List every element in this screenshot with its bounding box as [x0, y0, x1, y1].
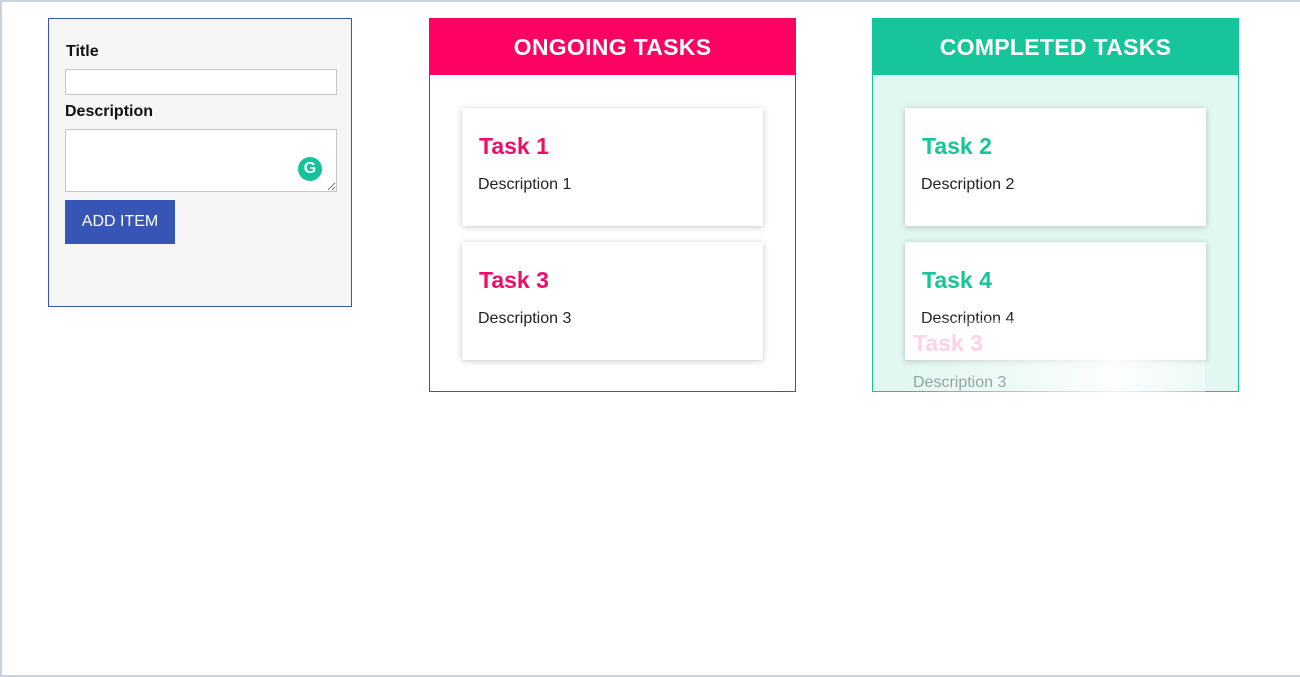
task-title: Task 2 — [922, 133, 992, 159]
ongoing-tasks-column[interactable]: ONGOING TASKS Task 1 Description 1 Task … — [429, 18, 796, 392]
add-task-form: Title Description G ADD ITEM — [48, 18, 352, 307]
task-card[interactable]: Task 3 Description 3 — [462, 242, 763, 360]
grammarly-icon[interactable]: G — [298, 157, 322, 181]
task-card[interactable]: Task 1 Description 1 — [462, 108, 763, 226]
task-card[interactable]: Task 4 Description 4 — [905, 242, 1206, 360]
task-title: Task 4 — [922, 267, 992, 293]
description-label: Description — [65, 103, 154, 120]
completed-tasks-column[interactable]: COMPLETED TASKS Task 2 Description 2 Tas… — [872, 18, 1239, 392]
add-item-button[interactable]: ADD ITEM — [65, 200, 175, 244]
completed-tasks-header: COMPLETED TASKS — [873, 19, 1238, 75]
task-description: Description 1 — [478, 176, 572, 193]
task-title: Task 1 — [479, 133, 549, 159]
title-label: Title — [66, 43, 99, 60]
task-description: Description 3 — [478, 310, 572, 327]
ongoing-tasks-header: ONGOING TASKS — [430, 19, 795, 75]
task-title: Task 3 — [479, 267, 549, 293]
task-description: Description 4 — [921, 310, 1015, 327]
task-description: Description 2 — [921, 176, 1015, 193]
task-card[interactable]: Task 2 Description 2 — [905, 108, 1206, 226]
description-textarea[interactable] — [65, 129, 337, 192]
title-input[interactable] — [65, 69, 337, 95]
